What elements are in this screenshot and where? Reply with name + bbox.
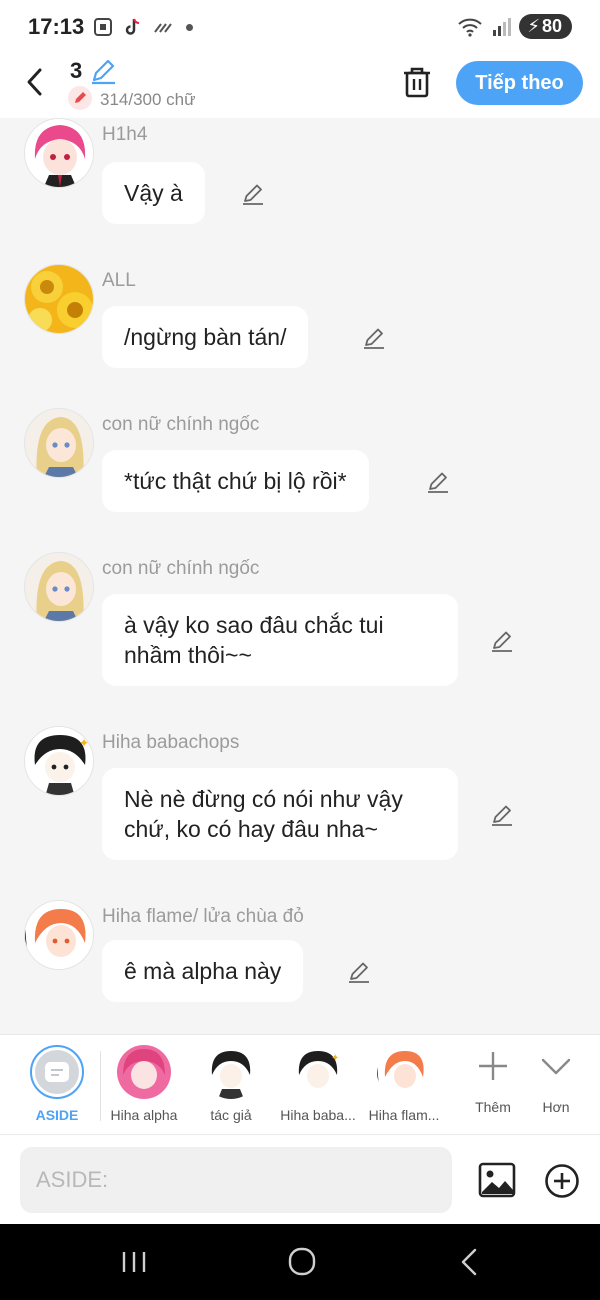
character-label: Hiha alpha — [110, 1107, 178, 1123]
status-time: 17:13 — [28, 14, 85, 39]
editor-header: 3 314/300 chữ Tiếp theo — [0, 56, 600, 118]
sender-name: Hiha babachops — [102, 732, 240, 753]
character-aside[interactable]: ASIDE — [22, 1045, 92, 1123]
edit-title-icon[interactable] — [88, 56, 118, 86]
status-system-icons: ⚡ 80 — [457, 14, 572, 39]
sender-name: con nữ chính ngốc — [102, 414, 260, 435]
word-count: 314/300 chữ — [100, 90, 196, 109]
more-notifications-icon — [186, 23, 193, 31]
character-tac-gia[interactable]: tác giả — [196, 1045, 266, 1123]
edit-message-icon[interactable] — [425, 469, 451, 495]
status-notification-icons — [92, 16, 193, 38]
back-button[interactable] — [20, 62, 50, 102]
word-count-pencil-icon — [68, 86, 92, 110]
edit-message-icon[interactable] — [489, 802, 515, 828]
character-label: tác giả — [210, 1107, 252, 1123]
compose-bar — [0, 1134, 600, 1224]
sender-name: Hiha flame/ lửa chùa đỏ — [102, 906, 304, 927]
svg-text:✦: ✦ — [79, 736, 89, 750]
edit-message-icon[interactable] — [489, 628, 515, 654]
aside-avatar — [30, 1045, 84, 1099]
avatar[interactable] — [24, 264, 94, 334]
next-button[interactable]: Tiếp theo — [456, 61, 583, 105]
back-nav-icon[interactable] — [450, 1244, 490, 1280]
message-bubble[interactable]: *tức thật chứ bị lộ rồi* — [102, 450, 369, 512]
divider — [100, 1051, 101, 1121]
sender-name: ALL — [102, 270, 136, 291]
message-input[interactable] — [20, 1147, 452, 1213]
battery-indicator: ⚡ 80 — [519, 14, 572, 39]
sender-name: con nữ chính ngốc — [102, 558, 260, 579]
image-icon[interactable] — [478, 1161, 516, 1199]
avatar[interactable]: ✦ — [24, 726, 94, 796]
avatar — [204, 1045, 258, 1099]
sender-name: H1h4 — [102, 124, 148, 145]
avatar[interactable] — [24, 118, 94, 188]
message-bubble[interactable]: ê mà alpha này — [102, 940, 304, 1002]
trash-icon[interactable] — [400, 64, 434, 100]
recent-apps-icon[interactable] — [114, 1244, 154, 1280]
character-label: Hiha baba... — [280, 1107, 356, 1123]
character-hiha-flame[interactable]: Hiha flam... — [366, 1045, 442, 1123]
home-icon[interactable] — [282, 1244, 322, 1280]
edit-message-icon[interactable] — [240, 181, 266, 207]
status-bar: 17:13 ⚡ 80 — [0, 0, 600, 56]
battery-level: 80 — [541, 16, 562, 36]
avatar[interactable] — [24, 408, 94, 478]
avatar — [117, 1045, 171, 1099]
chevron-down-icon — [541, 1058, 571, 1075]
character-hiha-alpha[interactable]: Hiha alpha — [106, 1045, 182, 1123]
character-selector: ASIDE Hiha alpha tác giả ✦ Hiha baba... … — [0, 1034, 600, 1134]
message-bubble[interactable]: Vậy à — [102, 162, 205, 224]
character-label: ASIDE — [35, 1107, 79, 1123]
avatar[interactable] — [24, 552, 94, 622]
episode-title[interactable]: 3 — [70, 58, 82, 84]
avatar — [377, 1045, 431, 1099]
data-saver-icon — [154, 23, 172, 33]
tiktok-icon — [125, 18, 140, 35]
edit-message-icon[interactable] — [346, 959, 372, 985]
screenshot-icon — [94, 18, 112, 36]
more-characters-button[interactable]: Hơn — [530, 1049, 582, 1115]
message-bubble[interactable]: Nè nè đừng có nói như vậy chứ, ko có hay… — [102, 768, 458, 860]
chat-area: H1h4 Vậy à ALL /ngừng bàn tán/ con nữ ch… — [0, 118, 600, 1034]
svg-text:✦: ✦ — [331, 1053, 339, 1064]
message-bubble[interactable]: à vậy ko sao đâu chắc tui nhầm thôi~~ — [102, 594, 458, 686]
add-circle-icon[interactable] — [544, 1163, 580, 1199]
character-hiha-babachops[interactable]: ✦ Hiha baba... — [280, 1045, 356, 1123]
battery-saver-icon: ⚡ — [527, 16, 540, 36]
character-label: Hiha flam... — [368, 1107, 440, 1123]
wifi-icon — [458, 18, 483, 37]
avatar: ✦ — [291, 1045, 345, 1099]
message-bubble[interactable]: /ngừng bàn tán/ — [102, 306, 309, 368]
plus-icon — [479, 1052, 507, 1080]
character-label: Hơn — [542, 1099, 570, 1115]
signal-icon — [493, 17, 512, 36]
system-navigation-bar — [0, 1224, 600, 1300]
add-character-button[interactable]: Thêm — [466, 1049, 520, 1115]
aside-chat-icon — [45, 1062, 69, 1082]
character-label: Thêm — [475, 1099, 511, 1115]
avatar[interactable] — [24, 900, 94, 970]
edit-message-icon[interactable] — [361, 325, 387, 351]
